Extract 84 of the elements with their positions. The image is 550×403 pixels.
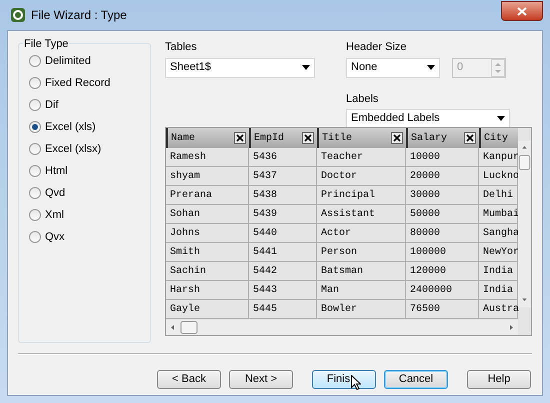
column-header[interactable]: EmpId bbox=[249, 128, 317, 148]
close-icon[interactable] bbox=[302, 132, 314, 144]
header-size-label: Header Size bbox=[346, 40, 408, 55]
caret-icon bbox=[497, 116, 505, 121]
table-cell: Johns bbox=[166, 224, 249, 242]
table-cell: Prerana bbox=[166, 186, 249, 204]
close-icon[interactable] bbox=[464, 132, 476, 144]
dialog-button[interactable]: Next > bbox=[229, 370, 293, 389]
radio-option[interactable]: Qvd bbox=[29, 186, 140, 200]
column-header[interactable]: Name bbox=[166, 128, 249, 148]
table-cell: 5443 bbox=[249, 281, 317, 299]
tables-label: Tables bbox=[165, 40, 198, 55]
radio-icon bbox=[29, 187, 41, 199]
column-header[interactable]: Salary bbox=[406, 128, 479, 148]
cursor-icon bbox=[351, 375, 362, 390]
table-cell: 120000 bbox=[406, 262, 479, 280]
table-cell: 76500 bbox=[406, 300, 479, 318]
radio-icon bbox=[29, 143, 41, 155]
window-title: File Wizard : Type bbox=[31, 7, 127, 24]
table-cell: Batsman bbox=[317, 262, 406, 280]
radio-option[interactable]: Excel (xls) bbox=[29, 120, 140, 134]
dialog-button[interactable]: Finis bbox=[312, 370, 376, 389]
labels-dropdown[interactable]: Embedded Labels bbox=[346, 109, 510, 128]
radio-icon bbox=[29, 209, 41, 221]
table-cell: Person bbox=[317, 243, 406, 261]
caret-icon bbox=[302, 65, 310, 70]
table-cell: 20000 bbox=[406, 167, 479, 185]
table-cell: Assistant bbox=[317, 205, 406, 223]
table-cell: Actor bbox=[317, 224, 406, 242]
dialog-button[interactable]: Help bbox=[467, 370, 531, 389]
table-cell: Bowler bbox=[317, 300, 406, 318]
table-cell: Man bbox=[317, 281, 406, 299]
table-cell: 100000 bbox=[406, 243, 479, 261]
radio-option[interactable]: Excel (xlsx) bbox=[29, 142, 140, 156]
radio-icon bbox=[29, 165, 41, 177]
radio-icon bbox=[29, 55, 41, 67]
spinner-arrows-icon bbox=[491, 58, 505, 76]
table-cell: Gayle bbox=[166, 300, 249, 318]
close-icon[interactable] bbox=[234, 132, 246, 144]
labels-label: Labels bbox=[346, 92, 380, 106]
table-cell: Ramesh bbox=[166, 148, 249, 166]
table-cell: shyam bbox=[166, 167, 249, 185]
dialog-button[interactable]: < Back bbox=[157, 370, 221, 389]
app-icon bbox=[11, 8, 25, 22]
table-cell: Harsh bbox=[166, 281, 249, 299]
radio-option[interactable]: Fixed Record bbox=[29, 76, 140, 90]
table-cell: 80000 bbox=[406, 224, 479, 242]
radio-icon bbox=[29, 99, 41, 111]
table-cell: Sohan bbox=[166, 205, 249, 223]
table-cell: Sachin bbox=[166, 262, 249, 280]
table-cell: 5438 bbox=[249, 186, 317, 204]
table-cell: 30000 bbox=[406, 186, 479, 204]
radio-icon bbox=[29, 231, 41, 243]
radio-icon bbox=[29, 121, 41, 133]
table-cell: 10000 bbox=[406, 148, 479, 166]
caret-icon bbox=[427, 65, 435, 70]
radio-icon bbox=[29, 77, 41, 89]
radio-option[interactable]: Dif bbox=[29, 98, 140, 112]
table-cell: 5437 bbox=[249, 167, 317, 185]
tables-dropdown[interactable]: Sheet1$ bbox=[165, 58, 315, 78]
table-cell: 5440 bbox=[249, 224, 317, 242]
radio-option[interactable]: Xml bbox=[29, 208, 140, 222]
column-header[interactable]: Title bbox=[317, 128, 406, 148]
radio-option[interactable]: Delimited bbox=[29, 54, 140, 68]
radio-option[interactable]: Qvx bbox=[29, 230, 140, 244]
table-cell: 5441 bbox=[249, 243, 317, 261]
table-cell: Principal bbox=[317, 186, 406, 204]
table-cell: Teacher bbox=[317, 148, 406, 166]
table-cell: Doctor bbox=[317, 167, 406, 185]
horizontal-scrollbar[interactable] bbox=[166, 320, 518, 335]
radio-option[interactable]: Html bbox=[29, 164, 140, 178]
table-cell: 5442 bbox=[249, 262, 317, 280]
table-cell: 50000 bbox=[406, 205, 479, 223]
table-cell: 5436 bbox=[249, 148, 317, 166]
table-cell: 5445 bbox=[249, 300, 317, 318]
table-cell: 2400000 bbox=[406, 281, 479, 299]
header-size-dropdown[interactable]: None bbox=[346, 58, 440, 78]
table-cell: 5439 bbox=[249, 205, 317, 223]
close-button[interactable] bbox=[501, 1, 543, 21]
group-label: File Type bbox=[23, 36, 70, 52]
table-cell: Smith bbox=[166, 243, 249, 261]
close-icon[interactable] bbox=[391, 132, 403, 144]
close-icon bbox=[517, 6, 527, 16]
dialog-button[interactable]: Cancel bbox=[384, 370, 448, 389]
